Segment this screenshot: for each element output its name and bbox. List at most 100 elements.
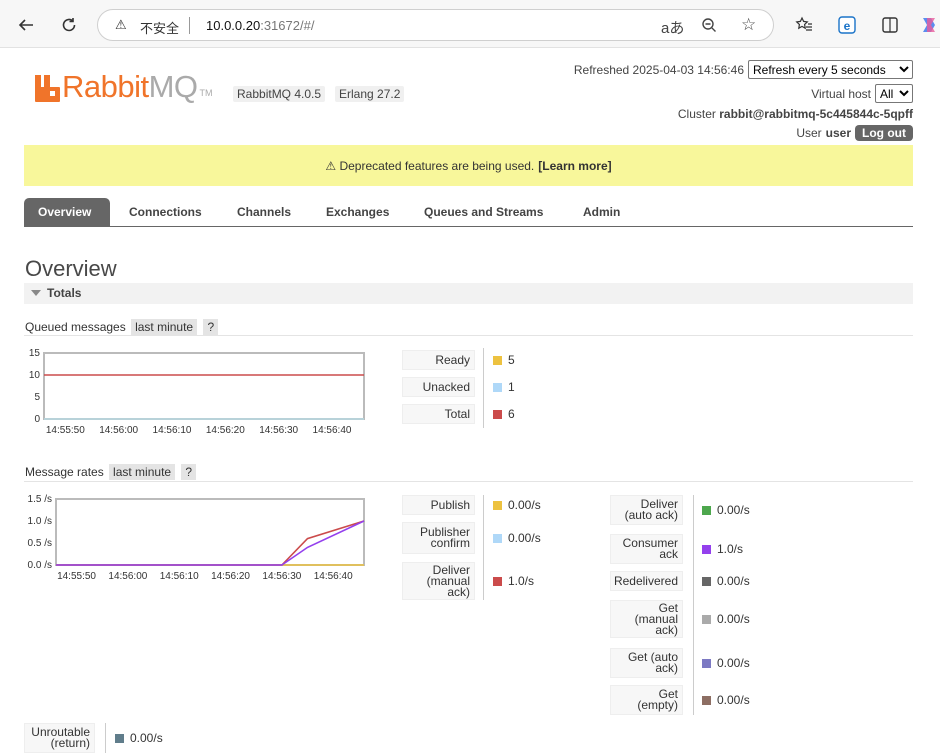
logo-tm: TM <box>199 88 213 98</box>
insecure-label: 不安全 <box>140 21 180 36</box>
vhost-select[interactable]: All <box>875 84 913 103</box>
x-tick-label: 14:56:40 <box>313 425 352 435</box>
cluster-label: Cluster <box>677 107 716 121</box>
legend-value: 0.00/s <box>702 612 750 626</box>
deprecated-features-banner: ⚠ Deprecated features are being used. [L… <box>24 145 913 186</box>
refresh-interval-select[interactable]: Refresh every 5 seconds <box>748 60 913 79</box>
legend-label-deliver-auto-ack: Deliver (auto ack) <box>610 495 683 525</box>
legend-divider <box>105 723 106 753</box>
legend-value: 0.00/s <box>702 574 750 588</box>
x-tick-label: 14:55:50 <box>57 571 96 582</box>
x-tick-label: 14:56:10 <box>153 425 192 435</box>
tab-exchanges[interactable]: Exchanges <box>312 198 403 226</box>
legend-value: 1.0/s <box>493 574 534 588</box>
refreshed-timestamp: Refreshed 2025-04-03 14:56:46 <box>573 62 744 77</box>
erlang-version-badge: Erlang 27.2 <box>335 86 405 102</box>
back-icon[interactable] <box>12 11 40 39</box>
queued-messages-title: Queued messages <box>25 320 126 334</box>
tab-admin[interactable]: Admin <box>569 198 634 226</box>
legend-value: 0.00/s <box>115 731 163 745</box>
divider <box>24 335 913 336</box>
legend-label-get-empty: Get (empty) <box>610 685 683 715</box>
y-tick-label: 15 <box>29 348 41 359</box>
totals-section-toggle[interactable]: Totals <box>24 283 913 304</box>
read-aloud-icon[interactable]: aあ <box>661 17 684 38</box>
legend-value: 5 <box>493 353 515 367</box>
message-rates-title: Message rates <box>25 465 104 479</box>
legend-value-text: 0.00/s <box>508 531 541 545</box>
legend-swatch <box>702 695 711 705</box>
queued-messages-header: Queued messages last minute ? <box>25 319 219 335</box>
edge-icon[interactable]: e <box>833 11 861 39</box>
extensions-icon[interactable] <box>876 11 904 39</box>
logout-button[interactable]: Log out <box>855 125 913 141</box>
tab-channels[interactable]: Channels <box>223 198 305 226</box>
user-label: User <box>796 126 822 140</box>
collapse-triangle-icon <box>31 290 41 296</box>
rabbitmq-logo[interactable]: RabbitMQ TM <box>35 68 213 102</box>
legend-label-get-auto-ack: Get (auto ack) <box>610 648 683 678</box>
legend-value: 1.0/s <box>702 542 743 556</box>
message-rates-header: Message rates last minute ? <box>25 464 197 480</box>
favorite-star-icon[interactable]: ☆ <box>741 15 756 35</box>
queued-range-selector[interactable]: last minute <box>131 319 198 335</box>
legend-value-text: 0.00/s <box>717 656 750 670</box>
page-title: Overview <box>25 256 117 281</box>
favorites-icon[interactable] <box>790 11 818 39</box>
rabbitmq-version-badge: RabbitMQ 4.0.5 <box>233 86 326 102</box>
cluster-name: rabbit@rabbitmq-5c445844c-5qpff <box>719 107 913 121</box>
y-tick-label: 1.5 /s <box>28 494 52 505</box>
y-tick-label: 0.0 /s <box>28 560 52 571</box>
x-tick-label: 14:56:20 <box>211 571 250 582</box>
legend-value-text: 0.00/s <box>717 503 750 517</box>
plot-frame <box>55 498 365 566</box>
refresh-icon[interactable] <box>55 11 83 39</box>
tab-connections[interactable]: Connections <box>115 198 216 226</box>
plot-frame <box>43 352 365 420</box>
y-tick-label: 0 <box>34 414 40 425</box>
legend-value: 6 <box>493 407 515 421</box>
x-tick-label: 14:55:50 <box>46 425 85 435</box>
legend-divider <box>483 495 484 600</box>
legend-value-text: 6 <box>508 407 515 421</box>
address-bar[interactable]: ⚠ 不安全 10.0.0.20:31672/#/ aあ ☆ <box>97 9 774 41</box>
rates-help-button[interactable]: ? <box>181 464 197 480</box>
legend-label-unroutable-return: Unroutable (return) <box>24 723 95 753</box>
svg-text:e: e <box>844 19 851 33</box>
y-tick-label: 0.5 /s <box>28 538 52 549</box>
learn-more-link[interactable]: [Learn more] <box>538 159 611 173</box>
legend-divider <box>693 495 694 715</box>
x-tick-label: 14:56:30 <box>262 571 301 582</box>
legend-label-publisher-confirm: Publisher confirm <box>402 522 475 554</box>
zoom-icon[interactable] <box>701 17 717 37</box>
rates-range-selector[interactable]: last minute <box>109 464 176 480</box>
legend-swatch <box>493 576 502 586</box>
legend-value-text: 1 <box>508 380 515 394</box>
queued-help-button[interactable]: ? <box>203 319 219 335</box>
warning-icon[interactable]: ⚠ <box>115 17 127 33</box>
divider <box>24 481 913 482</box>
address-separator <box>189 17 190 34</box>
legend-label-total: Total <box>402 404 475 424</box>
y-tick-label: 5 <box>34 392 40 403</box>
tab-queues-and-streams[interactable]: Queues and Streams <box>410 198 557 226</box>
copilot-icon[interactable] <box>915 11 940 39</box>
legend-value-text: 0.00/s <box>508 498 541 512</box>
vhost-label: Virtual host <box>811 86 871 101</box>
legend-value: 0.00/s <box>493 531 541 545</box>
rabbitmq-logo-icon <box>35 75 60 102</box>
legend-label-deliver-manual-ack: Deliver (manual ack) <box>402 562 475 600</box>
y-tick-label: 1.0 /s <box>28 516 52 527</box>
url-text[interactable]: 10.0.0.20:31672/#/ <box>206 18 314 33</box>
x-tick-label: 14:56:40 <box>314 571 353 582</box>
legend-swatch <box>493 355 502 365</box>
tab-overview[interactable]: Overview <box>24 198 110 226</box>
legend-value-text: 5 <box>508 353 515 367</box>
legend-label-consumer-ack: Consumer ack <box>610 534 683 564</box>
vhost-area: Virtual host All <box>811 84 913 103</box>
banner-text: ⚠ Deprecated features are being used. <box>325 158 535 173</box>
legend-label-unacked: Unacked <box>402 377 475 397</box>
logo-text: RabbitMQ <box>62 69 198 104</box>
main-nav-tabs: Overview Connections Channels Exchanges … <box>24 198 913 227</box>
totals-label: Totals <box>47 286 82 300</box>
